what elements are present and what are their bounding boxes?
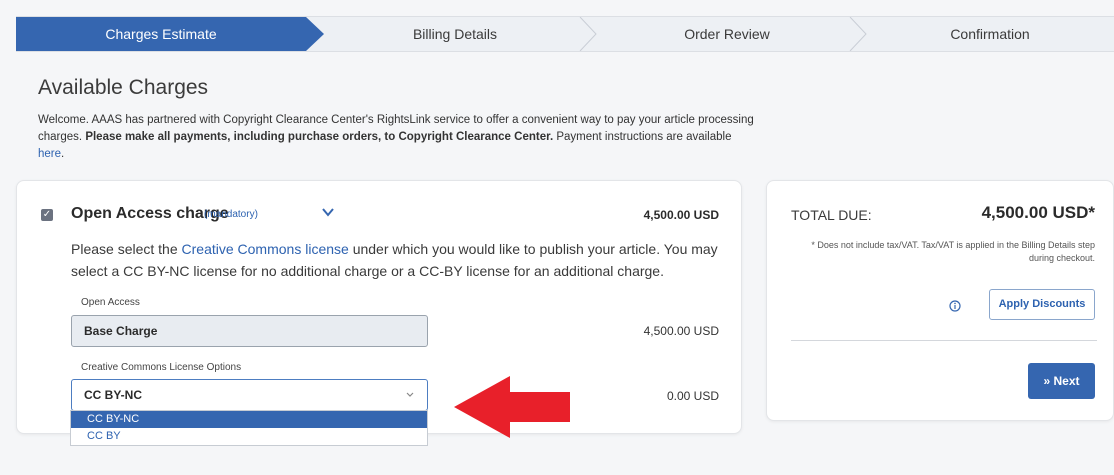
creative-commons-link[interactable]: Creative Commons license	[182, 241, 349, 257]
chevron-down-icon	[406, 392, 414, 397]
charge-description: Please select the Creative Commons licen…	[71, 238, 721, 282]
license-amount: 0.00 USD	[666, 389, 719, 403]
open-access-charge-card: ✓ Open Access charge (mandatory) 4,500.0…	[16, 180, 742, 434]
license-dropdown-list: CC BY-NC CC BY	[70, 410, 428, 446]
intro-text: Welcome. AAAS has partnered with Copyrig…	[38, 112, 758, 163]
tax-note: * Does not include tax/VAT. Tax/VAT is a…	[811, 240, 1095, 263]
divider	[791, 340, 1097, 341]
mandatory-label: (mandatory)	[204, 209, 258, 220]
license-option-cc-by[interactable]: CC BY	[71, 428, 427, 445]
intro-text-end: .	[61, 148, 65, 160]
step-separator-icon	[849, 17, 867, 51]
checkout-stepper: Charges Estimate Billing Details Order R…	[16, 16, 1114, 52]
step-billing-details[interactable]: Billing Details	[324, 17, 586, 51]
license-option-cc-by-nc[interactable]: CC BY-NC	[71, 411, 427, 428]
chevron-down-icon[interactable]	[321, 205, 335, 219]
page-title: Available Charges	[38, 76, 209, 99]
next-button[interactable]: » Next	[1028, 363, 1095, 399]
intro-text-part2: Payment instructions are available	[553, 131, 732, 143]
red-arrow-icon	[454, 376, 570, 438]
total-due-amount: 4,500.00 USD*	[981, 203, 1095, 222]
apply-discounts-button[interactable]: Apply Discounts	[989, 289, 1095, 320]
active-step-arrow	[306, 17, 324, 51]
open-access-label: Open Access	[81, 297, 140, 308]
total-due-card: TOTAL DUE: 4,500.00 USD* * Does not incl…	[766, 180, 1114, 421]
charge-amount: 4,500.00 USD	[643, 208, 719, 222]
step-charges-estimate[interactable]: Charges Estimate	[16, 17, 306, 51]
license-select[interactable]: CC BY-NC	[71, 379, 428, 411]
charge-description-part1: Please select the	[71, 241, 182, 257]
step-confirmation[interactable]: Confirmation	[866, 17, 1114, 51]
total-due-label: TOTAL DUE:	[791, 207, 872, 223]
step-order-review[interactable]: Order Review	[596, 17, 858, 51]
base-charge-amount: 4,500.00 USD	[643, 324, 719, 338]
step-separator-icon	[579, 17, 597, 51]
base-charge-field: Base Charge	[71, 315, 428, 347]
payment-instructions-link[interactable]: here	[38, 148, 61, 160]
open-access-checkbox[interactable]: ✓	[41, 209, 53, 221]
license-options-label: Creative Commons License Options	[81, 362, 242, 373]
license-select-value: CC BY-NC	[84, 388, 143, 402]
intro-text-bold: Please make all payments, including purc…	[85, 131, 554, 143]
info-icon[interactable]	[949, 300, 961, 312]
